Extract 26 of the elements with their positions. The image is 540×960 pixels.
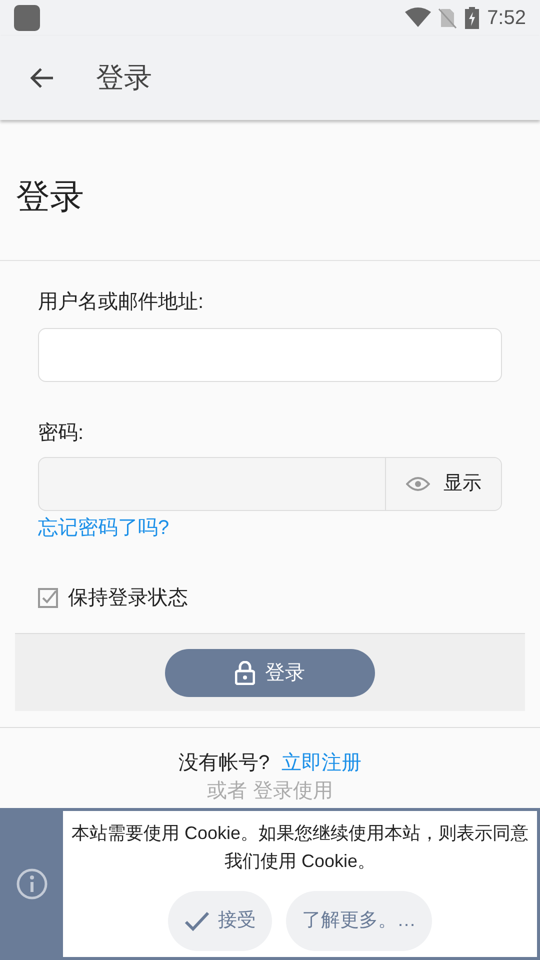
info-icon (16, 868, 48, 900)
alt-login-text: 或者 登录使用 (207, 780, 333, 802)
eye-icon (406, 476, 430, 492)
page-heading: 登录 (16, 176, 84, 218)
app-icon (14, 5, 40, 31)
learn-more-button[interactable]: 了解更多。… (286, 891, 432, 951)
battery-charging-icon (465, 7, 480, 29)
password-field[interactable]: 显示 (38, 457, 502, 511)
password-label: 密码: (38, 421, 85, 446)
check-icon (184, 910, 210, 932)
cookie-message: 本站需要使用 Cookie。如果您继续使用本站，则表示同意我们使用 Cookie。 (70, 822, 530, 873)
register-link[interactable]: 立即注册 (282, 748, 362, 778)
username-field[interactable] (38, 328, 502, 382)
username-label: 用户名或邮件地址: (38, 290, 205, 315)
remember-me-checkbox[interactable]: 保持登录状态 (38, 583, 188, 613)
clock: 7:52 (487, 6, 526, 31)
forgot-password-link[interactable]: 忘记密码了吗? (38, 513, 170, 543)
login-button[interactable]: 登录 (165, 648, 375, 696)
app-bar-title: 登录 (96, 61, 152, 95)
register-prompt: 没有帐号? (178, 751, 270, 776)
no-sim-icon (437, 7, 458, 29)
accept-button[interactable]: 接受 (168, 891, 272, 951)
lock-icon (235, 660, 255, 684)
show-password-button[interactable]: 显示 (385, 458, 501, 510)
back-arrow-icon (29, 66, 55, 90)
wifi-icon (405, 7, 432, 29)
